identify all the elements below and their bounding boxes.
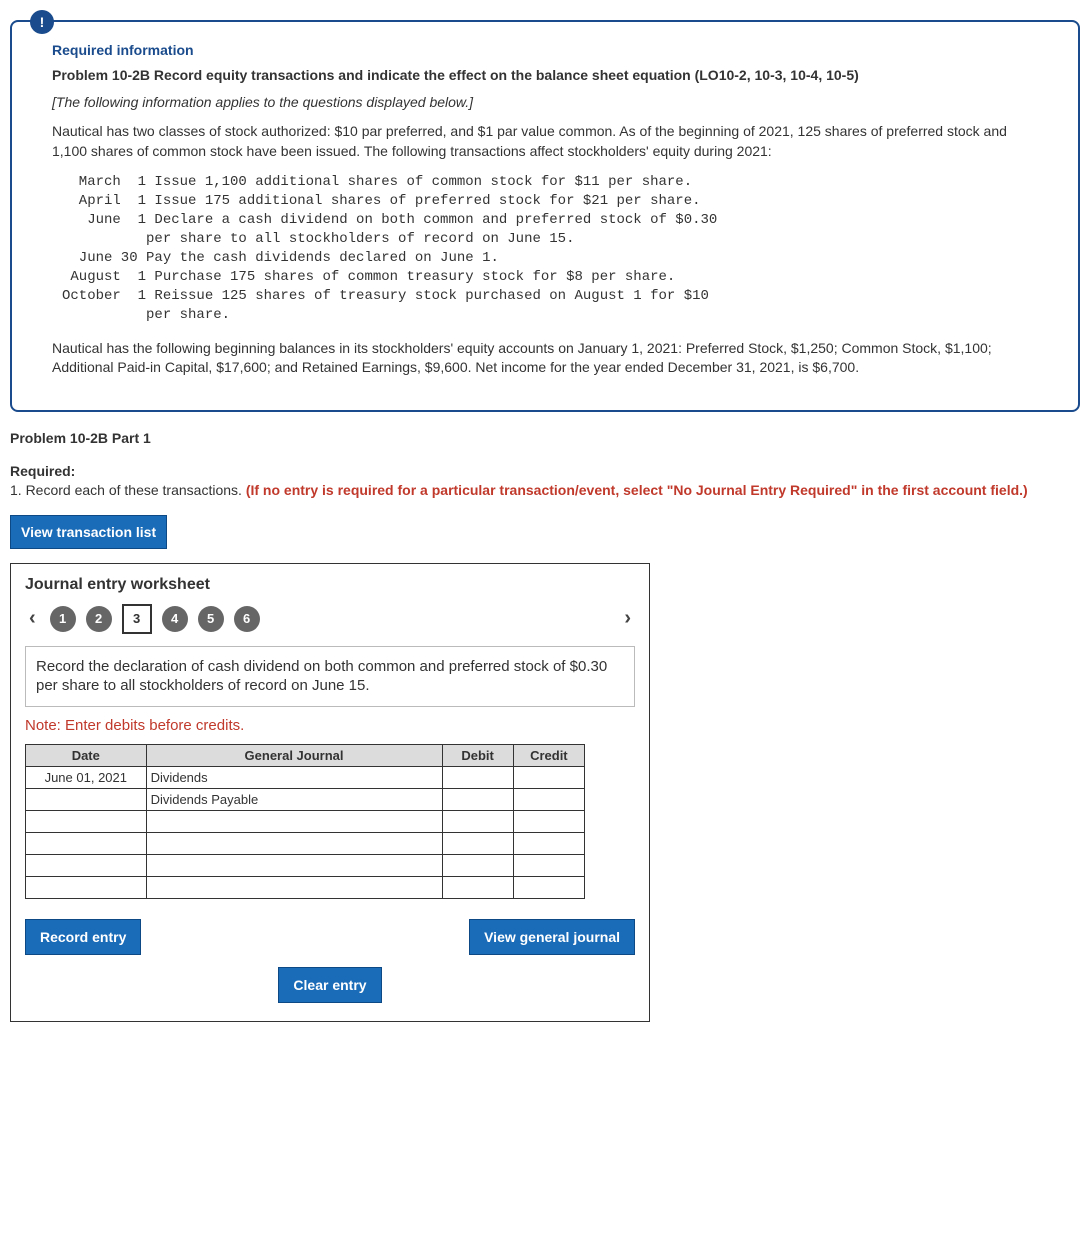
required-block: Required: 1. Record each of these transa…	[10, 462, 1080, 501]
journal-worksheet-container: Journal entry worksheet ‹ 1 2 3 4 5 6 › …	[10, 563, 650, 1022]
cell-credit[interactable]	[513, 832, 584, 854]
cell-credit[interactable]	[513, 766, 584, 788]
nav-step-1[interactable]: 1	[50, 606, 76, 632]
cell-account[interactable]	[146, 854, 442, 876]
nav-step-3-active[interactable]: 3	[122, 604, 152, 634]
part-heading: Problem 10-2B Part 1	[10, 430, 1080, 446]
table-row	[26, 854, 585, 876]
cell-debit[interactable]	[442, 832, 513, 854]
cell-account[interactable]: Dividends	[146, 766, 442, 788]
table-row	[26, 810, 585, 832]
cell-date[interactable]	[26, 810, 147, 832]
required-line-red: (If no entry is required for a particula…	[246, 482, 1028, 498]
cell-credit[interactable]	[513, 876, 584, 898]
cell-account[interactable]	[146, 810, 442, 832]
balances-paragraph: Nautical has the following beginning bal…	[52, 339, 1038, 378]
chevron-right-icon[interactable]: ›	[620, 607, 635, 630]
required-info-container: ! Required information Problem 10-2B Rec…	[10, 20, 1080, 412]
chevron-left-icon[interactable]: ‹	[25, 607, 40, 630]
cell-date[interactable]	[26, 854, 147, 876]
nav-step-5[interactable]: 5	[198, 606, 224, 632]
cell-account[interactable]	[146, 876, 442, 898]
cell-credit[interactable]	[513, 788, 584, 810]
problem-title: Problem 10-2B Record equity transactions…	[52, 66, 1038, 84]
note-debits-before-credits: Note: Enter debits before credits.	[25, 717, 635, 734]
col-date-header: Date	[26, 744, 147, 766]
cell-date[interactable]	[26, 832, 147, 854]
view-transaction-list-button[interactable]: View transaction list	[10, 515, 167, 549]
col-debit-header: Debit	[442, 744, 513, 766]
cell-debit[interactable]	[442, 810, 513, 832]
required-info-heading: Required information	[52, 42, 1038, 58]
cell-date[interactable]	[26, 876, 147, 898]
table-row	[26, 876, 585, 898]
nav-step-6[interactable]: 6	[234, 606, 260, 632]
nav-step-2[interactable]: 2	[86, 606, 112, 632]
required-line-lead: 1. Record each of these transactions.	[10, 482, 246, 498]
general-journal-table: Date General Journal Debit Credit June 0…	[25, 744, 585, 899]
cell-debit[interactable]	[442, 854, 513, 876]
col-credit-header: Credit	[513, 744, 584, 766]
cell-date[interactable]	[26, 788, 147, 810]
table-row: Dividends Payable	[26, 788, 585, 810]
cell-credit[interactable]	[513, 810, 584, 832]
applies-note: [The following information applies to th…	[52, 94, 1038, 110]
cell-debit[interactable]	[442, 766, 513, 788]
cell-account[interactable]	[146, 832, 442, 854]
intro-paragraph: Nautical has two classes of stock author…	[52, 122, 1038, 161]
cell-date[interactable]: June 01, 2021	[26, 766, 147, 788]
cell-debit[interactable]	[442, 876, 513, 898]
nav-step-4[interactable]: 4	[162, 606, 188, 632]
table-row	[26, 832, 585, 854]
cell-debit[interactable]	[442, 788, 513, 810]
view-general-journal-button[interactable]: View general journal	[469, 919, 635, 955]
instruction-box: Record the declaration of cash dividend …	[25, 646, 635, 707]
worksheet-nav: ‹ 1 2 3 4 5 6 ›	[25, 604, 635, 634]
info-badge-icon: !	[30, 10, 54, 34]
table-row: June 01, 2021 Dividends	[26, 766, 585, 788]
cell-account[interactable]: Dividends Payable	[146, 788, 442, 810]
worksheet-heading: Journal entry worksheet	[25, 576, 635, 594]
clear-entry-button[interactable]: Clear entry	[278, 967, 381, 1003]
required-label: Required:	[10, 463, 75, 479]
col-gj-header: General Journal	[146, 744, 442, 766]
record-entry-button[interactable]: Record entry	[25, 919, 141, 955]
cell-credit[interactable]	[513, 854, 584, 876]
transactions-block: March 1 Issue 1,100 additional shares of…	[62, 173, 1038, 324]
